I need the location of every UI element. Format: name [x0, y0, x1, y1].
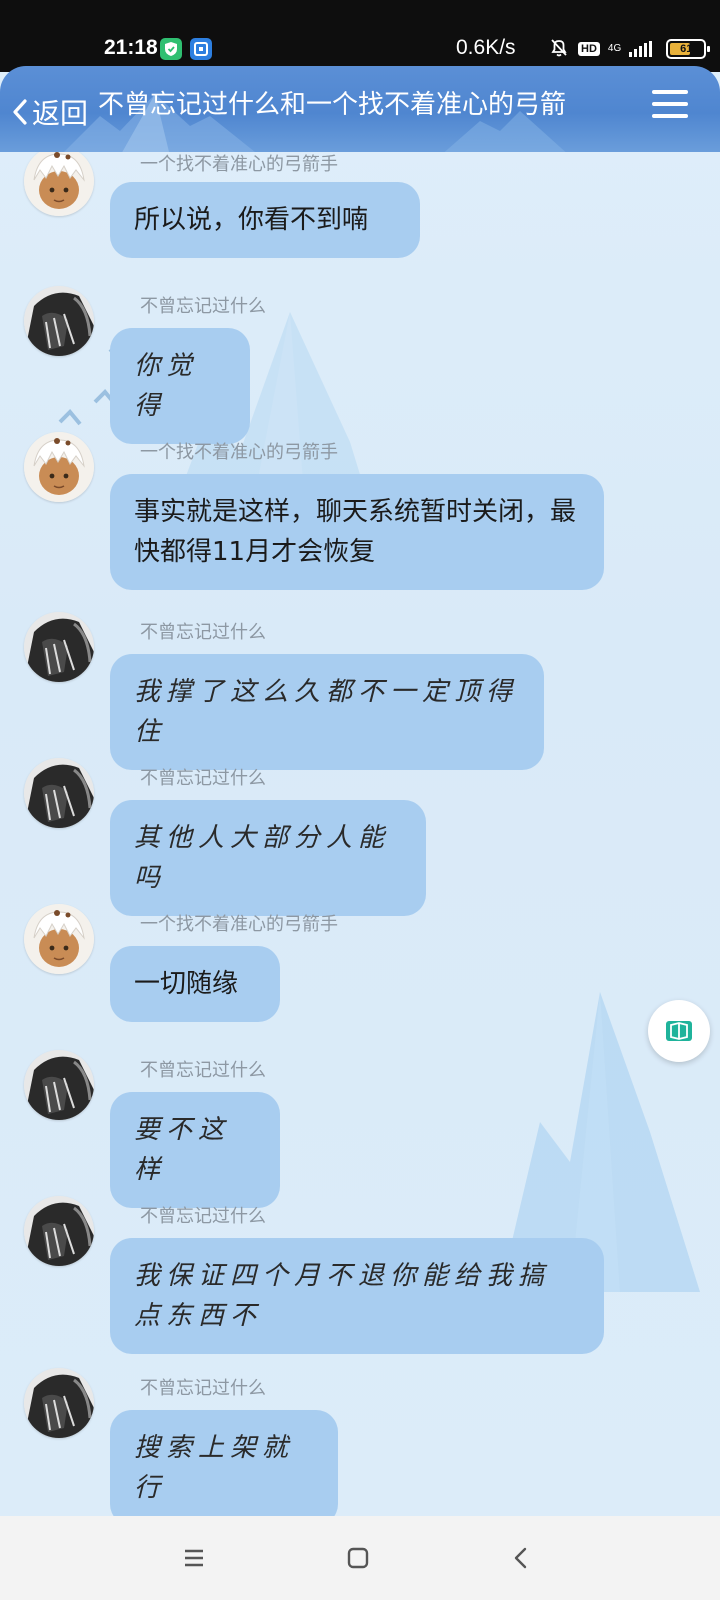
- sender-name: 一个找不着准心的弓箭手: [140, 442, 338, 463]
- message-bubble[interactable]: 所以说，你看不到喃: [110, 182, 420, 258]
- message-bubble[interactable]: 事实就是这样，聊天系统暂时关闭，最快都得11月才会恢复: [110, 474, 604, 590]
- sender-name: 不曾忘记过什么: [140, 296, 266, 317]
- status-icons: HD 4G 61: [548, 36, 711, 63]
- dark-ink-avatar[interactable]: [24, 612, 94, 682]
- cube-app-icon: [666, 1021, 692, 1041]
- signal-icon: [629, 41, 653, 57]
- message-bubble[interactable]: 其他人大部分人能吗: [110, 800, 426, 916]
- recent-apps-icon[interactable]: [176, 1540, 212, 1576]
- message-bubble[interactable]: 我撑了这么久都不一定顶得住: [110, 654, 544, 770]
- sender-name: 一个找不着准心的弓箭手: [140, 914, 338, 935]
- message-bubble[interactable]: 要不这样: [110, 1092, 280, 1208]
- dark-ink-avatar[interactable]: [24, 286, 94, 356]
- network-speed: 0.6K/s: [456, 36, 516, 59]
- message-list[interactable]: 一个找不着准心的弓箭手 所以说，你看不到喃 不曾忘记过什么 你觉得 一个找不着准心的弓箭…: [0, 152, 720, 1516]
- chat-screen: 21:18 0.6K/s HD 4G 61 返回 不曾忘记过什么和一个找不着准心…: [0, 0, 720, 1600]
- sender-name: 不曾忘记过什么: [140, 622, 266, 643]
- home-icon[interactable]: [340, 1540, 376, 1576]
- message-bubble[interactable]: 一切随缘: [110, 946, 280, 1022]
- back-icon[interactable]: [504, 1540, 540, 1576]
- floating-action-button[interactable]: [648, 1000, 710, 1062]
- shield-app-icon: [160, 38, 182, 60]
- battery-percent: 61: [680, 43, 693, 55]
- back-button[interactable]: 返回: [10, 92, 88, 132]
- dark-ink-avatar[interactable]: [24, 1196, 94, 1266]
- sender-name: 一个找不着准心的弓箭手: [140, 154, 338, 175]
- chat-title: 不曾忘记过什么和一个找不着准心的弓箭: [98, 90, 567, 120]
- status-time: 21:18: [104, 36, 158, 59]
- chevron-left-icon: [13, 99, 27, 125]
- dark-ink-avatar[interactable]: [24, 1050, 94, 1120]
- message-bubble[interactable]: 你觉得: [110, 328, 250, 444]
- mute-bell-icon: [548, 36, 570, 63]
- white-haired-avatar[interactable]: [24, 904, 94, 974]
- app-icon: [190, 38, 212, 60]
- message-bubble[interactable]: 我保证四个月不退你能给我搞点东西不: [110, 1238, 604, 1354]
- system-nav-bar: [0, 1516, 720, 1600]
- dark-ink-avatar[interactable]: [24, 758, 94, 828]
- network-type: 4G: [607, 43, 622, 54]
- battery-icon: 61: [666, 39, 711, 59]
- chat-header: 返回 不曾忘记过什么和一个找不着准心的弓箭: [0, 66, 720, 152]
- dark-ink-avatar[interactable]: [24, 1368, 94, 1438]
- sender-name: 不曾忘记过什么: [140, 1206, 266, 1227]
- back-label: 返回: [32, 97, 89, 130]
- sender-name: 不曾忘记过什么: [140, 768, 266, 789]
- status-bar: 21:18 0.6K/s HD 4G 61: [0, 0, 720, 72]
- hamburger-menu-icon[interactable]: [652, 90, 688, 126]
- message-bubble[interactable]: 搜索上架就行: [110, 1410, 338, 1516]
- white-haired-avatar[interactable]: [24, 152, 94, 216]
- white-haired-avatar[interactable]: [24, 432, 94, 502]
- sender-name: 不曾忘记过什么: [140, 1378, 266, 1399]
- sender-name: 不曾忘记过什么: [140, 1060, 266, 1081]
- hd-icon: HD: [578, 42, 600, 56]
